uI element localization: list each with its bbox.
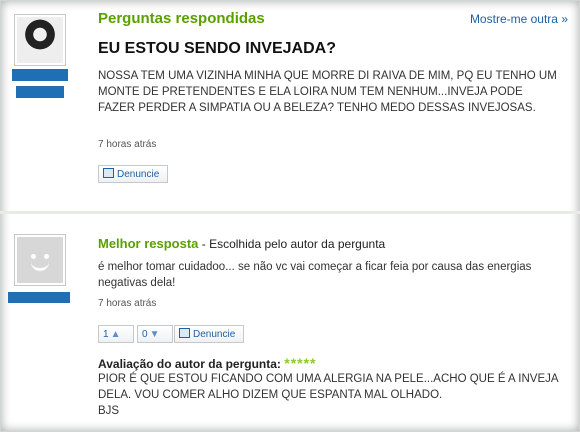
avatar-mouth [31,259,49,271]
thumbs-down-button[interactable]: 0 ▼ [137,325,173,343]
asker-photo [17,17,63,63]
section-divider [0,211,580,214]
question-body: NOSSA TEM UMA VIZINHA MINHA QUE MORRE DI… [98,70,557,114]
author-signoff: BJS [98,405,120,417]
best-answer-timestamp: 7 horas atrás [98,298,157,309]
asker-level-redacted [16,86,64,98]
thumbs-up-count: 1 [103,329,109,340]
thumbs-down-count: 0 [142,329,148,340]
best-answer-title: Melhor resposta [98,236,199,251]
rating-label: Avaliação do autor da pergunta: [98,357,281,371]
best-answer-heading: Melhor resposta - Escolhida pelo autor d… [98,235,385,253]
answerer-name-redacted[interactable] [8,292,70,303]
author-rating: Avaliação do autor da pergunta: ***** [98,355,317,371]
report-answer-label: Denuncie [193,329,236,340]
report-question-button[interactable]: Denuncie [98,165,168,183]
flag-icon [179,328,190,338]
report-question-label: Denuncie [117,169,160,180]
thumbs-up-button[interactable]: 1 ▲ [98,325,134,343]
author-comment: PIOR É QUE ESTOU FICANDO COM UMA ALERGIA… [98,373,558,401]
asker-name-redacted[interactable] [12,69,68,81]
rating-stars: ***** [284,355,317,371]
report-answer-button[interactable]: Denuncie [174,325,244,343]
show-another-link[interactable]: Mostre-me outra » [470,12,568,26]
best-answer-body: é melhor tomar cuidadoo... se não vc vai… [98,261,532,289]
flag-icon [103,168,114,178]
question-title: EU ESTOU SENDO INVEJADA? [98,40,336,57]
show-another-label[interactable]: Mostre-me outra [470,12,558,26]
chevron-right-icon: » [561,12,568,26]
thumbs-down-icon: ▼ [149,329,160,340]
best-answer-subtitle: - Escolhida pelo autor da pergunta [198,237,386,251]
asker-avatar[interactable] [14,14,66,66]
section-title: Perguntas respondidas [98,10,265,27]
default-avatar-icon [17,237,63,283]
answerer-avatar[interactable] [14,234,66,286]
thumbs-up-icon: ▲ [110,329,121,340]
question-timestamp: 7 horas atrás [98,139,157,150]
